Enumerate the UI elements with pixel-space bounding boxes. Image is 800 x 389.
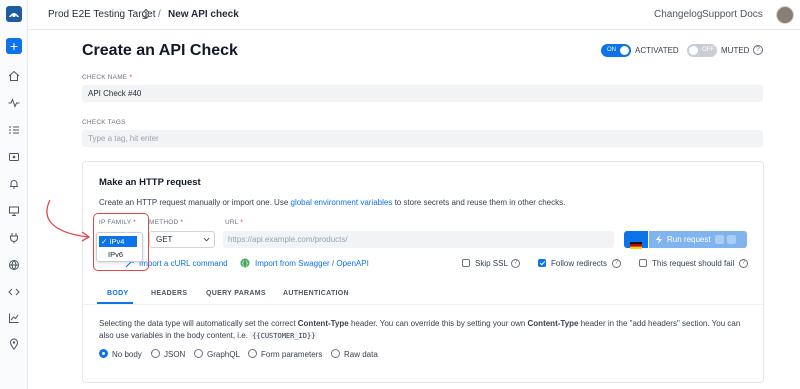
radio-no-body-label: No body — [112, 350, 142, 359]
globe-icon[interactable] — [7, 258, 21, 272]
annotation-arrow-icon — [46, 199, 91, 242]
should-fail-label: This request should fail — [652, 259, 735, 268]
swagger-icon: {} — [240, 258, 250, 268]
chart-icon[interactable] — [7, 311, 21, 325]
skip-ssl-checkbox[interactable] — [462, 259, 470, 267]
chevron-down-icon — [203, 237, 210, 242]
radio-json[interactable] — [151, 349, 160, 358]
sidebar: + — [0, 0, 28, 389]
logo-icon[interactable] — [6, 6, 22, 22]
radio-raw-data-label: Raw data — [344, 350, 378, 359]
region-selector[interactable] — [624, 231, 648, 249]
changelog-link[interactable]: Changelog — [654, 9, 702, 20]
tab-divider — [83, 304, 763, 305]
bell-icon[interactable] — [7, 177, 21, 191]
should-fail-help-icon[interactable]: ? — [739, 259, 748, 268]
muted-toggle[interactable]: OFF — [687, 44, 717, 57]
radio-graphql[interactable] — [194, 349, 203, 358]
body-description: Selecting the data type will automatical… — [99, 319, 741, 340]
check-name-label: CHECK NAME * — [82, 74, 133, 81]
main-content: Create an API Check ON ACTIVATED OFF MUT… — [28, 30, 800, 389]
home-icon[interactable] — [7, 69, 21, 83]
url-label: URL * — [225, 219, 244, 226]
breadcrumb-project[interactable]: Prod E2E Testing Target — [48, 9, 155, 20]
method-value: GET — [156, 235, 173, 244]
activated-toggle-text: ON — [607, 47, 616, 53]
variable-example: {{CUSTOMER_ID}} — [250, 332, 318, 340]
follow-redirects-help-icon[interactable]: ? — [612, 259, 621, 268]
docs-link[interactable]: Docs — [740, 9, 763, 20]
support-link[interactable]: Support — [702, 9, 737, 20]
activated-toggle[interactable]: ON — [601, 44, 631, 57]
germany-flag-icon — [630, 236, 642, 249]
project-switcher-icon[interactable] — [141, 8, 151, 20]
import-swagger-link[interactable]: Import from Swagger / OpenAPI — [255, 259, 369, 268]
add-check-button[interactable]: + — [6, 38, 22, 54]
follow-redirects-label: Follow redirects — [551, 259, 608, 268]
method-select[interactable]: GET — [149, 231, 215, 248]
run-request-label: Run request — [667, 235, 711, 244]
run-request-button[interactable]: Run request — [649, 231, 747, 248]
tab-authentication[interactable]: AUTHENTICATION — [283, 290, 349, 297]
activated-label: ACTIVATED — [635, 46, 679, 55]
radio-no-body[interactable] — [99, 349, 108, 358]
breadcrumb-separator: / — [158, 9, 161, 20]
muted-label: MUTED — [721, 46, 750, 55]
skip-ssl-help-icon[interactable]: ? — [511, 259, 520, 268]
avatar[interactable] — [776, 6, 794, 24]
radio-form-parameters[interactable] — [248, 349, 257, 358]
page-title: Create an API Check — [82, 42, 238, 59]
radio-json-label: JSON — [164, 350, 186, 359]
tab-headers[interactable]: HEADERS — [151, 290, 187, 297]
code-icon[interactable] — [7, 285, 21, 299]
follow-redirects-checkbox[interactable] — [538, 259, 546, 267]
annotation-highlight-box — [93, 213, 149, 271]
tab-query-params[interactable]: QUERY PARAMS — [206, 290, 266, 297]
global-env-vars-link[interactable]: global environment variables — [291, 198, 393, 207]
radio-raw-data[interactable] — [331, 349, 340, 358]
integrations-icon[interactable] — [7, 231, 21, 245]
shortcut-enter-icon — [727, 235, 736, 244]
request-card-desc: Create an HTTP request manually or impor… — [99, 198, 566, 207]
svg-text:{}: {} — [241, 261, 249, 268]
shortcut-key-icon — [715, 235, 724, 244]
tab-body[interactable]: BODY — [107, 290, 128, 297]
dashboard-icon[interactable] — [7, 150, 21, 164]
bolt-icon — [656, 235, 662, 244]
activity-icon[interactable] — [7, 96, 21, 110]
help-icon[interactable]: ? — [753, 45, 763, 55]
url-input[interactable]: https://api.example.com/products/ — [223, 231, 614, 248]
should-fail-checkbox[interactable] — [639, 259, 647, 267]
radio-graphql-label: GraphQL — [207, 350, 240, 359]
check-name-input[interactable]: API Check #40 — [82, 85, 763, 102]
checklist-icon[interactable] — [7, 123, 21, 137]
muted-toggle-text: OFF — [702, 47, 714, 53]
import-curl-link[interactable]: Import a cURL command — [139, 259, 228, 268]
breadcrumb-current: New API check — [168, 9, 239, 20]
check-tags-label: CHECK TAGS — [82, 119, 126, 126]
top-bar: Prod E2E Testing Target / New API check … — [28, 0, 800, 30]
monitor-icon[interactable] — [7, 204, 21, 218]
request-card-title: Make an HTTP request — [99, 177, 201, 188]
check-tags-input[interactable]: Type a tag, hit enter — [82, 130, 763, 147]
location-icon[interactable] — [7, 337, 21, 351]
radio-form-parameters-label: Form parameters — [261, 350, 323, 359]
skip-ssl-label: Skip SSL — [475, 259, 508, 268]
method-label: METHOD * — [149, 219, 184, 226]
http-request-card: Make an HTTP request Create an HTTP requ… — [82, 161, 764, 383]
